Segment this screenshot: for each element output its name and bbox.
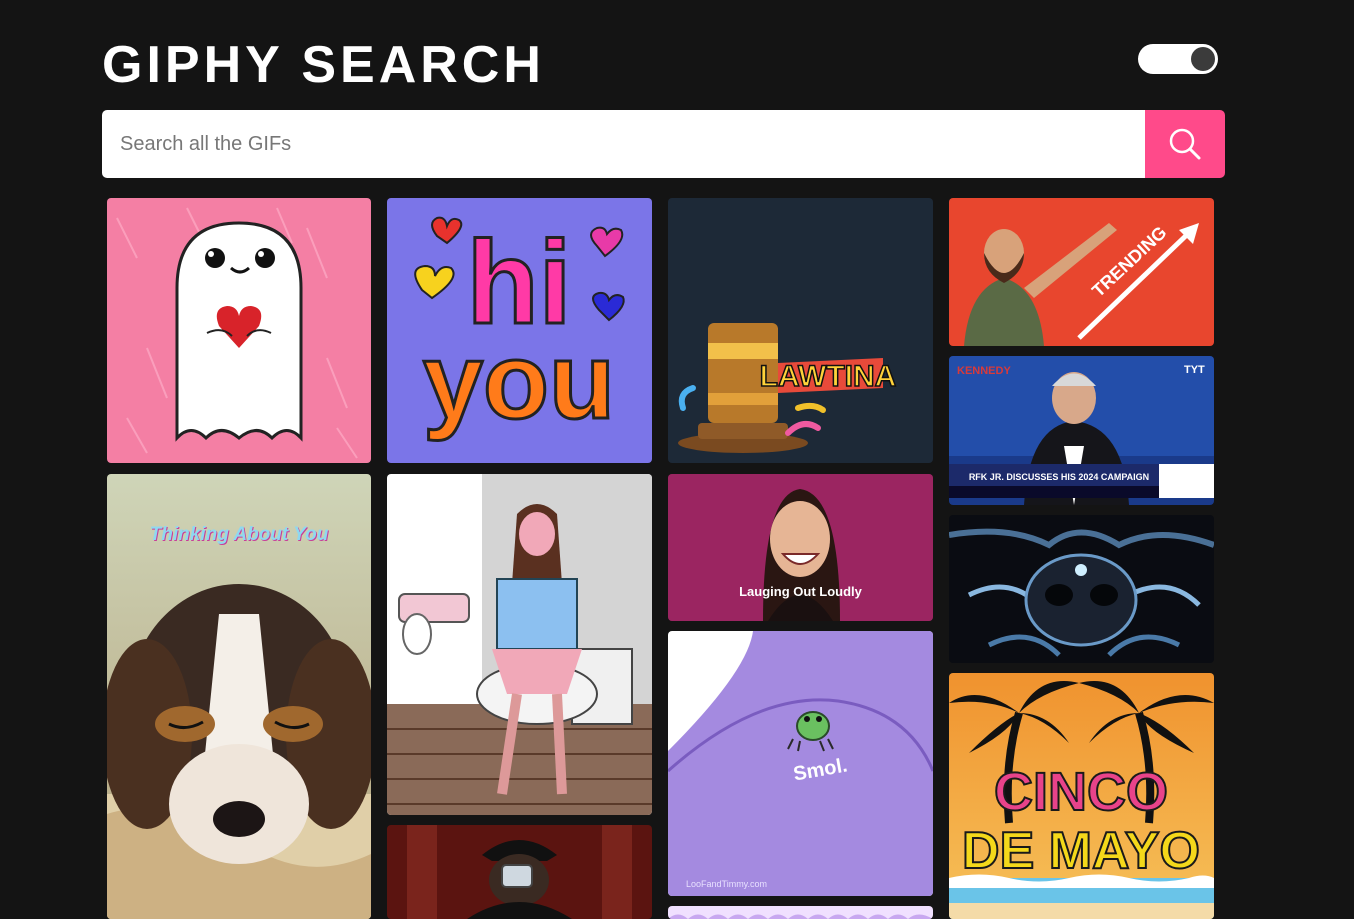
ghost-image [107,198,371,463]
skull-image [949,515,1214,663]
gif-tile-news[interactable]: KENNEDY TYT RFK JR. DISCUSSES HIS 2024 C… [949,356,1214,505]
gif-tile-partial[interactable] [668,906,933,919]
gif-tile-laughing[interactable]: Lauging Out Loudly [668,474,933,621]
search-input[interactable] [102,110,1145,178]
news-image: KENNEDY TYT RFK JR. DISCUSSES HIS 2024 C… [949,356,1214,505]
gif-caption: Lauging Out Loudly [739,584,862,599]
search-bar [102,110,1225,178]
gif-tile-person-drinking[interactable] [387,825,652,919]
hi-you-image: hi you [387,198,652,463]
toilet-image [387,474,652,815]
cinco-de-mayo-image: CINCO DE MAYO [949,673,1214,919]
news-chyron-text: RFK JR. DISCUSSES HIS 2024 CAMPAIGN [969,472,1149,482]
news-corner-text: KENNEDY [957,365,1011,377]
cinco-text: CINCO [994,762,1168,822]
gif-tile-puppy[interactable]: Thinking About You [107,474,371,919]
de-mayo-text: DE MAYO [962,822,1200,880]
news-channel-text: TYT [1184,364,1205,376]
you-text: you [423,320,615,441]
gif-credit: LooFandTimmy.com [686,879,768,889]
gavel-image: LAWTINA [668,198,933,463]
gif-tile-toilet[interactable] [387,474,652,815]
person-drinking-image [387,825,652,919]
gif-tile-cinco-de-mayo[interactable]: CINCO DE MAYO [949,673,1214,919]
gif-caption: Thinking About You [149,524,329,545]
toggle-knob [1191,47,1215,71]
lawtina-text: LAWTINA [760,360,897,393]
trending-image: TRENDING [949,198,1214,346]
page-title: GIPHY SEARCH [102,36,545,94]
search-icon [1169,128,1201,160]
search-button[interactable] [1145,110,1225,178]
gif-tile-hi-you[interactable]: hi you [387,198,652,463]
gif-tile-skull[interactable] [949,515,1214,663]
gif-tile-frog[interactable]: Smol. LooFandTimmy.com [668,631,933,896]
gif-tile-ghost[interactable] [107,198,371,463]
theme-toggle[interactable] [1138,44,1218,74]
gif-tile-trending[interactable]: TRENDING [949,198,1214,346]
gif-tile-gavel[interactable]: LAWTINA [668,198,933,463]
partial-image [668,906,933,919]
